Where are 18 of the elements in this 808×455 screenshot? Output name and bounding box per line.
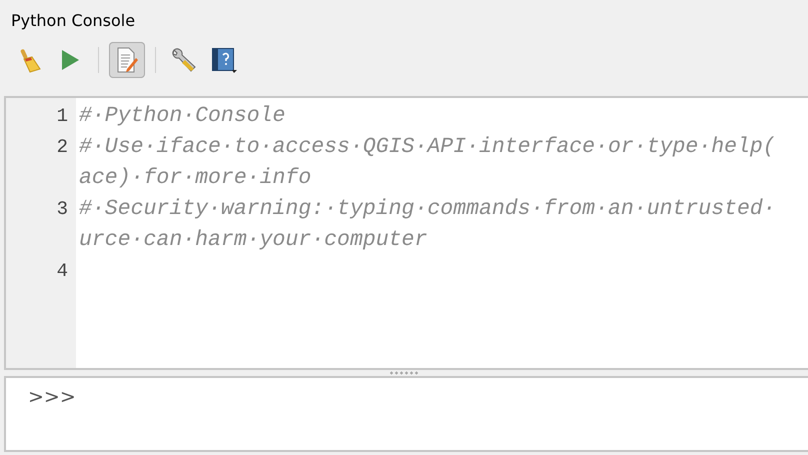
line-number: 3 [56,197,69,222]
code-line: #·Use·iface·to·access·QGIS·API·interface·or·type·help( [78,134,777,161]
panel-title: Python Console [10,10,136,32]
wrench-icon [171,47,197,73]
code-line: urce·can·harm·your·computer [78,227,428,254]
help-book-icon [210,46,238,74]
line-number: 4 [56,259,69,284]
broom-icon [18,47,42,73]
code-line: #·Security·warning:·typing·commands·from·an·untrusted· [78,196,777,223]
code-line: #·Python·Console [78,103,286,130]
console-input[interactable]: >>> [4,376,808,452]
prompt: >>> [28,386,76,408]
document-pencil-icon [115,47,139,73]
line-number: 2 [56,135,69,160]
line-number: 1 [56,104,69,129]
code-line: ace)·for·more·info [78,165,312,192]
code-editor[interactable]: 1 2 3 4 #·Python·Console #·Use·iface·to·access·QGIS·API·interface·or·type·help( ace)·for·more·info #·Security·warning:·typing·commands·from·an·untrusted· urce·can·harm·your·computer [4,96,808,370]
play-icon [60,49,80,71]
